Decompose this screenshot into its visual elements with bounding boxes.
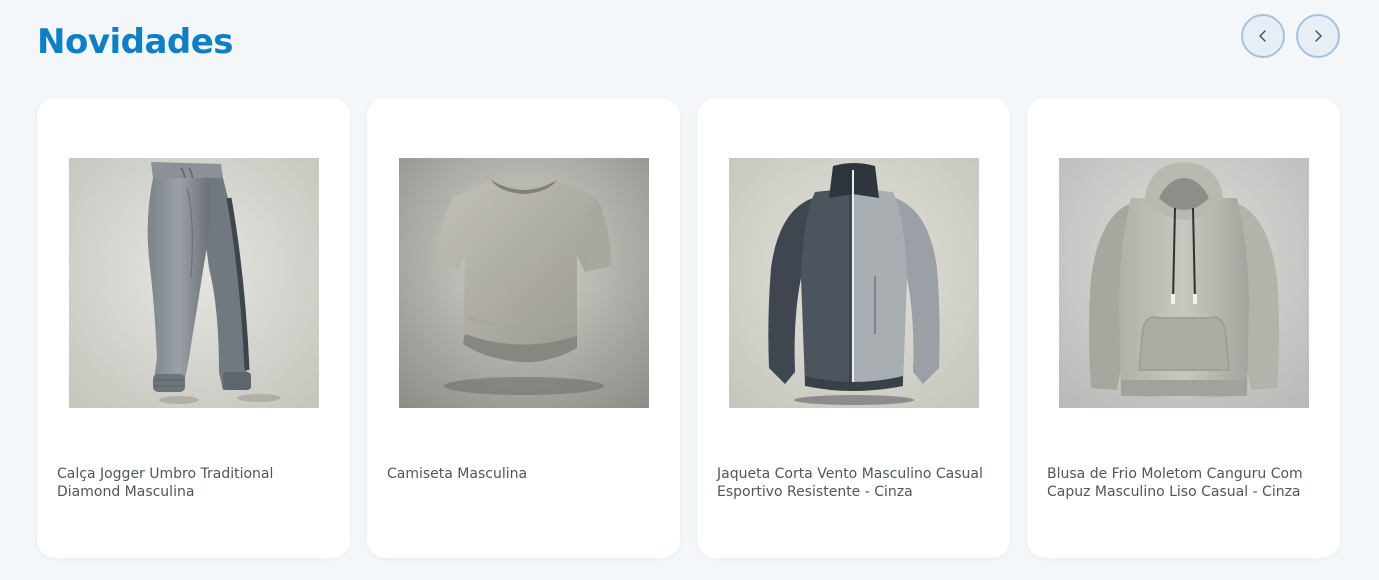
zip-jacket-image: [729, 158, 979, 408]
carousel-next-button[interactable]: [1296, 14, 1340, 58]
product-card[interactable]: Camiseta Masculina: [367, 98, 680, 558]
chevron-left-icon: [1259, 30, 1266, 42]
jogger-pants-image: [69, 158, 319, 408]
product-name[interactable]: Jaqueta Corta Vento Masculino Casual Esp…: [717, 465, 989, 501]
carousel-prev-button[interactable]: [1241, 14, 1285, 58]
product-card[interactable]: Calça Jogger Umbro Traditional Diamond M…: [37, 98, 350, 558]
product-name[interactable]: Calça Jogger Umbro Traditional Diamond M…: [57, 465, 329, 501]
chevron-right-icon: [1315, 30, 1322, 42]
product-name[interactable]: Camiseta Masculina: [387, 465, 659, 483]
hoodie-image: [1059, 158, 1309, 408]
section-title: Novidades: [37, 22, 234, 62]
tshirt-image: [399, 158, 649, 408]
product-card[interactable]: Blusa de Frio Moletom Canguru Com Capuz …: [1027, 98, 1340, 558]
product-card[interactable]: Jaqueta Corta Vento Masculino Casual Esp…: [697, 98, 1010, 558]
product-name[interactable]: Blusa de Frio Moletom Canguru Com Capuz …: [1047, 465, 1319, 501]
